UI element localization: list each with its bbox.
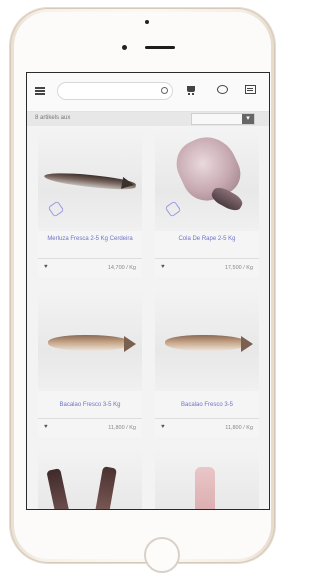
product-image[interactable]	[38, 291, 142, 391]
product-price: 11,800 / Kg	[108, 425, 136, 431]
product-card[interactable]	[38, 449, 142, 509]
sort-dropdown-arrow-icon[interactable]: ▾	[242, 114, 254, 124]
fish-piece-image	[46, 468, 72, 509]
product-image[interactable]	[155, 291, 259, 391]
app-screen: 8 artikels aux ▾ Merluza Fresca 2-5 Kg C…	[26, 72, 270, 510]
product-image[interactable]	[155, 131, 259, 231]
proximity-sensor	[122, 45, 127, 50]
sort-select[interactable]: ▾	[191, 113, 255, 125]
product-title[interactable]: Bacalao Fresco 3-5 Kg	[38, 401, 142, 409]
product-price: 14,700 / Kg	[107, 265, 136, 271]
product-title[interactable]: Bacalao Fresco 3-5	[155, 401, 259, 409]
product-title[interactable]: Merluza Fresca 2-5 Kg Cerdeira	[38, 235, 142, 243]
earpiece-speaker	[145, 46, 175, 49]
search-input[interactable]	[57, 82, 173, 100]
fish-tail-image	[241, 336, 253, 352]
fish-tail-image	[121, 177, 135, 191]
fish-tail-image	[124, 336, 136, 352]
fish-piece-image	[195, 467, 215, 509]
cod-fish-image	[165, 335, 249, 351]
product-card[interactable]: Bacalao Fresco 3-5 Kg ♥ 11,800 / Kg	[38, 291, 142, 437]
heart-icon[interactable]: ♥	[44, 424, 48, 430]
tag-icon	[164, 200, 182, 218]
hamburger-menu-icon[interactable]	[35, 87, 45, 95]
top-bar	[27, 73, 269, 112]
product-price: 11,800 / Kg	[225, 425, 253, 431]
chat-icon[interactable]	[217, 85, 228, 94]
divider	[38, 258, 142, 259]
search-icon[interactable]	[161, 87, 168, 94]
list-icon[interactable]	[245, 85, 256, 94]
divider	[155, 418, 259, 419]
product-image[interactable]	[38, 449, 142, 509]
product-image[interactable]	[155, 449, 259, 509]
filter-bar: 8 artikels aux ▾	[27, 112, 269, 126]
fish-piece-image	[93, 466, 117, 509]
product-title[interactable]: Cola De Rape 2-5 Kg	[155, 235, 259, 243]
front-camera	[145, 20, 149, 24]
heart-icon[interactable]: ♥	[161, 424, 165, 430]
product-card[interactable]: Bacalao Fresco 3-5 ♥ 11,800 / Kg	[155, 291, 259, 437]
product-image[interactable]	[38, 131, 142, 231]
cod-fish-image	[48, 335, 132, 351]
product-price: 17,500 / Kg	[224, 265, 253, 271]
heart-icon[interactable]: ♥	[161, 264, 165, 270]
home-button[interactable]	[144, 537, 180, 573]
tag-icon	[47, 200, 65, 218]
heart-icon[interactable]: ♥	[44, 264, 48, 270]
divider	[38, 418, 142, 419]
cart-icon[interactable]	[187, 86, 195, 95]
product-card[interactable]: Merluza Fresca 2-5 Kg Cerdeira ♥ 14,700 …	[38, 131, 142, 277]
divider	[155, 258, 259, 259]
product-card[interactable]	[155, 449, 259, 509]
product-card[interactable]: Cola De Rape 2-5 Kg ♥ 17,500 / Kg	[155, 131, 259, 277]
results-count: 8 artikels aux	[35, 115, 71, 121]
